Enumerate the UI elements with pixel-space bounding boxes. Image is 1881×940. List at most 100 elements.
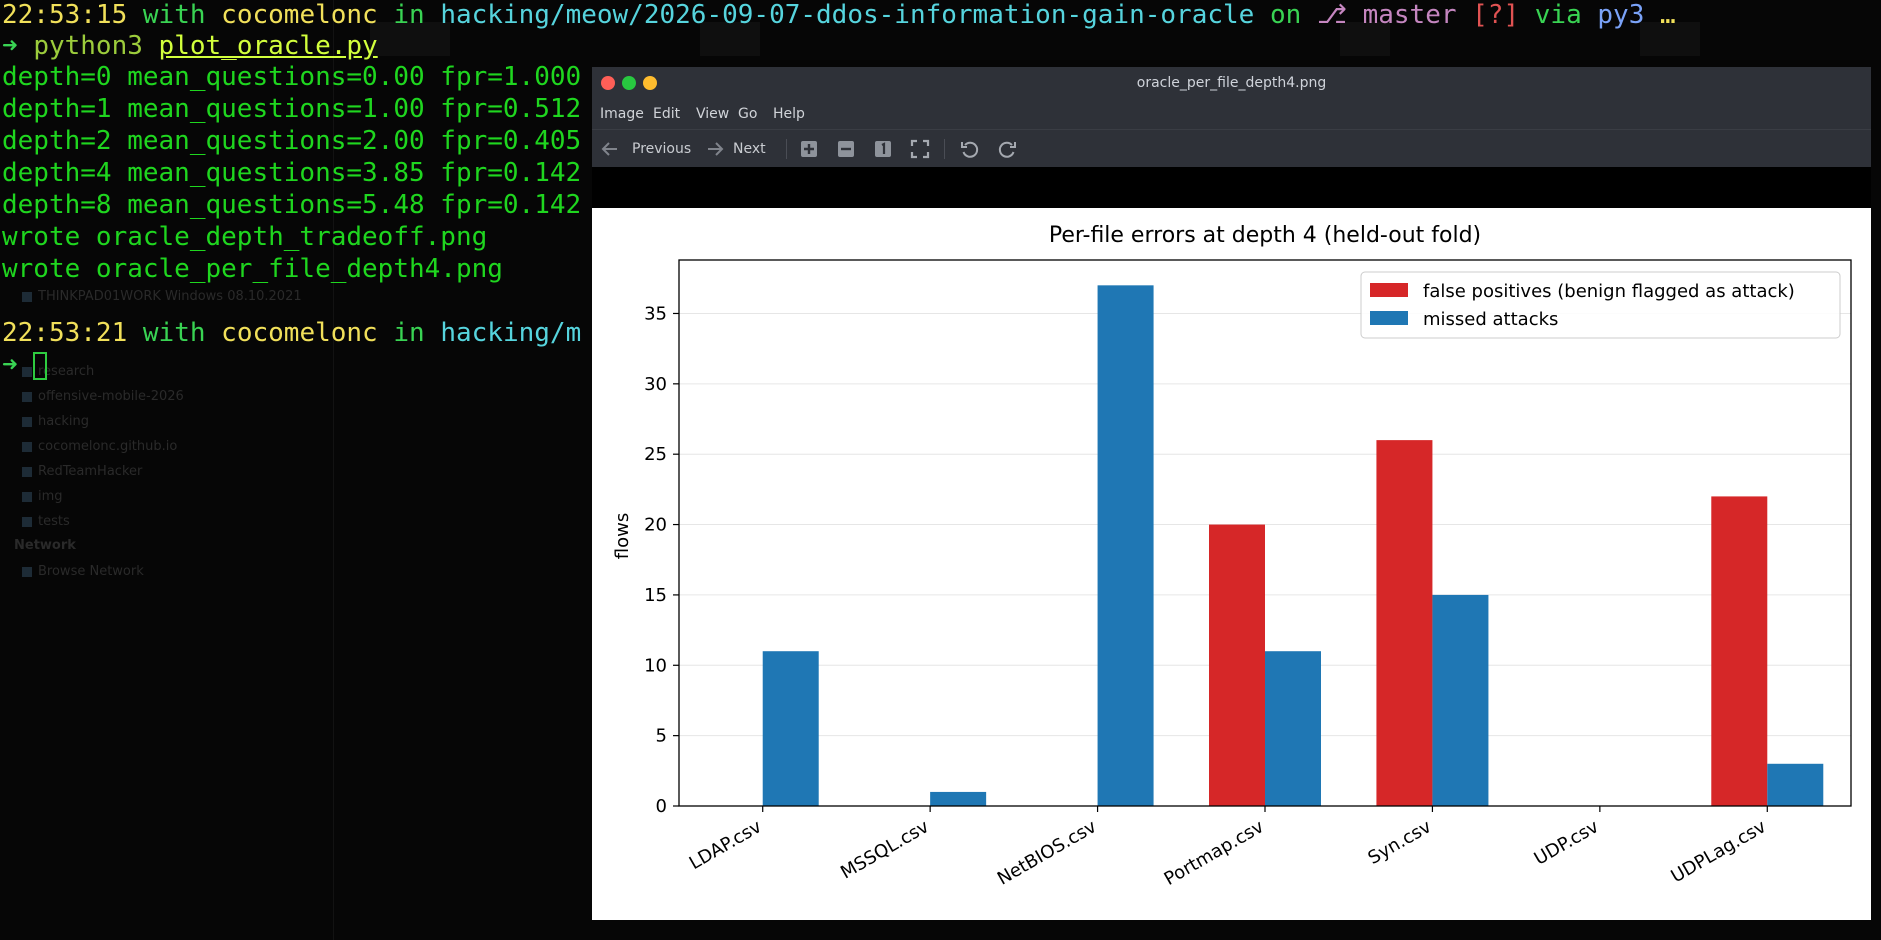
background-sidebar-item: Browse Network (22, 564, 144, 579)
x-tick-label: Syn.csv (1365, 816, 1436, 869)
image-canvas[interactable]: 0 5 10 15 20 25 30 35 LDAP.csv MSSQL.csv NetBIOS.… (592, 208, 1871, 920)
toolbar-separator (786, 139, 787, 159)
x-tick-label: LDAP.csv (686, 816, 766, 874)
prompt-word: in (393, 0, 425, 30)
prompt-user: cocomelonc (221, 0, 378, 30)
menu-go[interactable]: Go (738, 99, 757, 129)
fit-window-icon[interactable] (910, 139, 930, 159)
x-axis-ticks: LDAP.csv MSSQL.csv NetBIOS.csv Portmap.csv S… (686, 806, 1770, 890)
background-sidebar-item: cocomelonc.github.io (22, 439, 177, 454)
prompt-env: py3 (1597, 0, 1645, 30)
menu-edit[interactable]: Edit (653, 99, 680, 129)
background-sidebar-item: offensive-mobile-2026 (22, 389, 184, 404)
folder-icon (22, 491, 32, 502)
output-line: depth=2 mean_questions=2.00 fpr=0.405 (2, 126, 582, 156)
rotate-left-icon[interactable] (960, 139, 980, 159)
background-sidebar-item: THINKPAD01WORK Windows 08.10.2021 (22, 289, 302, 304)
title-bar[interactable]: oracle_per_file_depth4.png (592, 67, 1871, 99)
terminal-cursor[interactable] (33, 351, 48, 380)
chart-bars (762, 285, 1824, 806)
prompt-word: with (142, 0, 206, 30)
prompt-time: 22:53:15 (2, 0, 128, 30)
command-line: ➜ python3 plot_oracle.py (2, 31, 378, 62)
next-button[interactable]: Next (733, 130, 766, 168)
rotate-right-icon[interactable] (997, 139, 1017, 159)
bar-false-positives (1376, 440, 1433, 806)
output-line: wrote oracle_per_file_depth4.png (2, 254, 503, 284)
y-axis-label: flows (612, 513, 633, 559)
y-tick-label: 25 (644, 444, 667, 465)
window-title: oracle_per_file_depth4.png (1136, 75, 1327, 91)
menu-help[interactable]: Help (773, 99, 805, 129)
prompt-word: in (393, 318, 425, 348)
background-sidebar-item: img (22, 489, 63, 504)
output-line: depth=8 mean_questions=5.48 fpr=0.142 (2, 190, 582, 220)
background-sidebar-item: hacking (22, 414, 89, 429)
bar-missed-attacks (1097, 285, 1154, 806)
y-tick-label: 20 (644, 515, 667, 536)
legend-entry: missed attacks (1423, 309, 1558, 330)
toolbar: Previous Next (592, 129, 1871, 167)
bar-missed-attacks (1767, 763, 1824, 806)
command-program: python3 (33, 31, 143, 61)
folder-icon (22, 441, 32, 452)
previous-button[interactable]: Previous (632, 130, 691, 168)
prompt-arrow-icon: ➜ (2, 31, 18, 61)
toolbar-separator (944, 139, 945, 159)
bar-false-positives (1711, 496, 1768, 806)
menu-view[interactable]: View (696, 99, 729, 129)
background-sidebar-item: RedTeamHacker (22, 464, 142, 479)
prompt-git-status: [?] (1472, 0, 1520, 30)
prompt-time: 22:53:21 (2, 318, 128, 348)
y-tick-label: 35 (644, 303, 667, 324)
arrow-right-icon[interactable] (705, 139, 725, 159)
folder-icon (22, 416, 32, 427)
prompt-branch: master (1362, 0, 1457, 30)
output-line: depth=1 mean_questions=1.00 fpr=0.512 (2, 94, 582, 124)
prompt-line: 22:53:21 with cocomelonc in hacking/m (2, 318, 581, 349)
folder-icon (22, 516, 32, 527)
prompt-ellipsis: … (1660, 0, 1676, 30)
legend-swatch (1370, 311, 1408, 325)
folder-icon (22, 291, 32, 302)
y-tick-label: 0 (656, 796, 667, 817)
prompt-word: via (1534, 0, 1582, 30)
chart-title: Per-file errors at depth 4 (held-out fol… (1049, 223, 1481, 248)
zoom-normal-icon[interactable] (873, 139, 893, 159)
menu-image[interactable]: Image (600, 99, 644, 129)
y-tick-label: 15 (644, 585, 667, 606)
prompt-user: cocomelonc (221, 318, 378, 348)
folder-icon (22, 391, 32, 402)
prompt-path: hacking/m (440, 318, 582, 348)
x-tick-label: MSSQL.csv (837, 816, 933, 883)
arrow-left-icon[interactable] (600, 139, 620, 159)
bar-false-positives (1209, 524, 1265, 806)
x-tick-label: Portmap.csv (1161, 816, 1268, 890)
image-viewer-window[interactable]: oracle_per_file_depth4.png Image Edit Vi… (592, 67, 1871, 920)
zoom-out-icon[interactable] (836, 139, 856, 159)
menu-bar: Image Edit View Go Help (592, 99, 1871, 129)
bar-missed-attacks (1265, 651, 1321, 806)
command-script: plot_oracle.py (158, 31, 378, 61)
prompt-line: 22:53:15 with cocomelonc in hacking/meow… (2, 0, 1676, 31)
y-axis-ticks: 0 5 10 15 20 25 30 35 (644, 303, 679, 817)
git-branch-icon: ⎇ (1316, 0, 1347, 30)
terminal-input-line[interactable]: ➜ (2, 350, 48, 381)
legend-entry: false positives (benign flagged as attac… (1423, 281, 1795, 302)
x-tick-label: UDP.csv (1531, 816, 1603, 870)
bar-missed-attacks (930, 791, 987, 806)
prompt-word: on (1269, 0, 1302, 30)
x-tick-label: UDPLag.csv (1667, 816, 1770, 887)
prompt-word: with (142, 318, 206, 348)
output-line: wrote oracle_depth_tradeoff.png (2, 222, 488, 252)
background-sidebar-section: Network (14, 538, 76, 553)
y-tick-label: 10 (644, 655, 667, 676)
x-tick-label: NetBIOS.csv (994, 816, 1100, 890)
y-tick-label: 30 (644, 374, 667, 395)
bar-chart: 0 5 10 15 20 25 30 35 LDAP.csv MSSQL.csv NetBIOS.… (612, 223, 1852, 890)
zoom-in-icon[interactable] (799, 139, 819, 159)
bar-missed-attacks (1432, 594, 1489, 806)
output-line: depth=0 mean_questions=0.00 fpr=1.000 (2, 62, 582, 92)
folder-icon (22, 466, 32, 477)
background-sidebar-item: tests (22, 514, 70, 529)
